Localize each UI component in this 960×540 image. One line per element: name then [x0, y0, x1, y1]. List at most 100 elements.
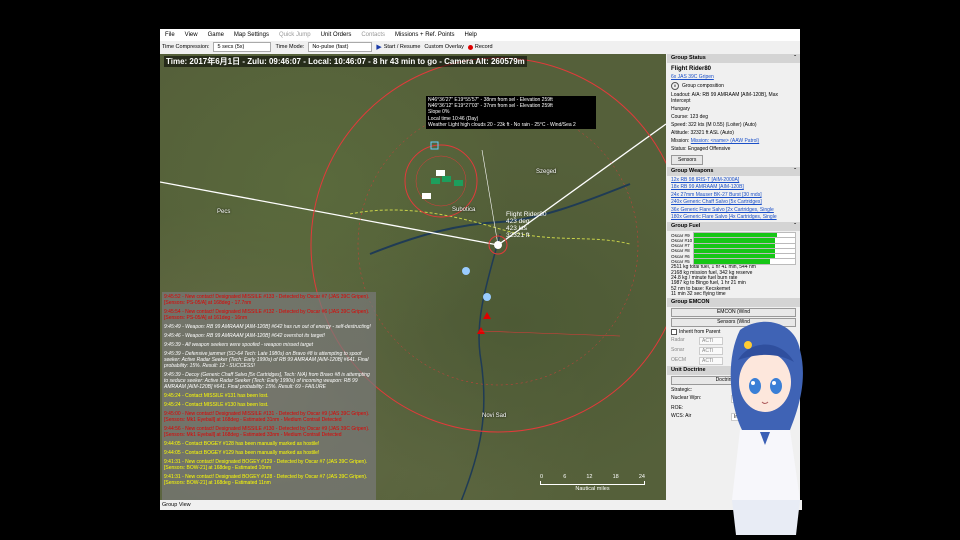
- custom-overlay-button[interactable]: Custom Overlay: [424, 44, 463, 50]
- weapon-item[interactable]: 24x 27mm Mauser BK-27 Burst [30 rnds]: [667, 192, 800, 199]
- log-entry: 9:45:46 - Weapon: RB 99 AMRAAM [AIM-120B…: [164, 333, 325, 339]
- expand-icon[interactable]: ∨: [671, 82, 679, 90]
- unit-marker: [436, 170, 445, 176]
- scale-tick: 12: [586, 474, 593, 480]
- track-line: [160, 181, 499, 246]
- emcon-sensor-label: Sonar: [671, 346, 685, 353]
- menu-item-file[interactable]: File: [160, 32, 180, 38]
- time-compression-label: Time Compression:: [162, 44, 210, 50]
- weapon-item[interactable]: 240x Generic Chaff Salvo [5x Cartridges]: [667, 199, 800, 206]
- speed-text: Speed: 322 kts (M 0.55) (Loiter) (Auto): [671, 122, 757, 128]
- sensors-button[interactable]: Sensors: [671, 155, 704, 165]
- weapon-item[interactable]: 18x RB 99 AMRAAM [AIM-120B]: [667, 184, 800, 191]
- emcon-sensor-label: Radar: [671, 336, 685, 343]
- log-entry: 9:45:52 - New contact! Designated MISSIL…: [164, 294, 370, 306]
- section-title: Group EMCON: [671, 298, 710, 305]
- track-line: [479, 330, 621, 337]
- section-title: Group Fuel: [671, 223, 701, 230]
- mission-link[interactable]: Mission: <name> (AAW Patrol): [691, 138, 759, 144]
- unit-marker: [483, 293, 491, 301]
- scale-tick: 24: [638, 474, 645, 480]
- hostile-marker: [483, 312, 491, 319]
- section-title: Unit Doctrine: [671, 366, 706, 373]
- weapon-item[interactable]: 180x Generic Flare Salvo [4x Cartridges,…: [667, 214, 800, 221]
- group-emcon-header[interactable]: Group EMCON: [667, 297, 800, 307]
- play-icon: ▶: [376, 44, 382, 51]
- weapon-item[interactable]: 12x RB 98 IRIS-T [AIM-2000A]: [667, 177, 800, 184]
- time-mode-select[interactable]: No-pulse (fast): [308, 42, 373, 52]
- fuel-bar-fill: [694, 259, 770, 264]
- scale-tick: 0: [540, 474, 544, 480]
- record-button[interactable]: Record: [467, 44, 493, 50]
- emcon-sensor-label: OECM: [671, 356, 686, 363]
- app-window: File View Game Map Settings Quick Jump Unit O…: [160, 29, 802, 510]
- inherit-checkbox[interactable]: [671, 328, 677, 335]
- city-label-novi-sad: Novi Sad: [482, 413, 507, 419]
- log-entry: 9:41:31 - New contact! Designated BOGEY …: [164, 459, 368, 471]
- inherit-label: Inherit from Parent: [679, 328, 721, 335]
- chevron-up-icon[interactable]: ˆ: [794, 222, 796, 231]
- log-entry: 9:45:24 - Contact MISSILE #131 has been …: [164, 393, 269, 399]
- status-text: Status: Engaged Offensive: [671, 146, 731, 152]
- track-line: [481, 149, 499, 246]
- chevron-up-icon[interactable]: ˆ: [794, 167, 796, 176]
- scale-tick: 6: [563, 474, 567, 480]
- time-compression-select[interactable]: 5 secs (5x): [213, 42, 272, 52]
- start-resume-button[interactable]: ▶ Start / Resume: [376, 43, 420, 51]
- menu-bar: File View Game Map Settings Quick Jump Unit O…: [160, 29, 800, 41]
- emcon-button[interactable]: EMCON (Wind: [671, 307, 796, 317]
- log-entry: 9:45:39 - All weapon seekers were spoofe…: [164, 342, 314, 348]
- fuel-unit-name: Oscar #10: [671, 237, 693, 243]
- group-name: Flight Rider80: [671, 66, 712, 72]
- fuel-list: Oscar #9 Oscar #10 Oscar #7 Oscar #8 Oscar #…: [667, 231, 800, 265]
- weapon-item[interactable]: 36x Generic Flare Salvo [2x Cartridges, …: [667, 207, 800, 214]
- unit-heading: 423 deg: [506, 218, 530, 225]
- menu-item-view[interactable]: View: [180, 32, 203, 38]
- menu-item-contacts[interactable]: Contacts: [356, 32, 390, 38]
- unit-marker: [422, 193, 431, 199]
- menu-item-unit-orders[interactable]: Unit Orders: [316, 32, 357, 38]
- fuel-bar: [693, 258, 796, 265]
- fuel-unit-name: Oscar #8: [671, 248, 690, 254]
- section-title: Group Weapons: [671, 168, 714, 174]
- log-entry: 9:45:49 - Weapon: RB 99 AMRAAM [AIM-120B…: [164, 324, 371, 330]
- menu-item-quick-jump[interactable]: Quick Jump: [274, 32, 316, 38]
- aircraft-link[interactable]: 6x JAS 39C Gripen: [667, 73, 800, 81]
- tooltip-line: Weather Light high clouds 20 - 23k ft - …: [428, 121, 576, 128]
- selected-unit-label: Flight Rider80 423 deg 423 kts 32321 ft: [506, 211, 546, 239]
- log-entry: 9:44:05 - Contact BOGEY #128 has been ma…: [164, 441, 320, 447]
- log-entry: 9:45:39 - Defensive jammer (SO-64 Tech: …: [164, 351, 369, 369]
- group-weapons-header[interactable]: Group Weapons ˆ: [667, 167, 800, 176]
- log-entry: 9:45:24 - Contact MISSILE #130 has been …: [164, 402, 269, 408]
- scale-bar: 0 6 12 18 24 Nautical miles: [540, 474, 645, 492]
- group-fuel-header[interactable]: Group Fuel ˆ: [667, 222, 800, 232]
- log-entry: 9:45:39 - Decoy (Generic Chaff Salvo [5x…: [164, 372, 370, 390]
- loadout-text: Loadout: A/A: RB 99 AMRAAM [AIM-120B], M…: [671, 92, 778, 104]
- log-entry: 9:44:56 - New contact! Designated MISSIL…: [164, 426, 370, 438]
- log-entry: 9:45:54 - New contact! Designated MISSIL…: [164, 309, 370, 321]
- tactical-map[interactable]: Time: 2017年6月1日 - Zulu: 09:46:07 - Local…: [160, 54, 666, 500]
- section-title: Group Status: [671, 55, 706, 61]
- unit-altitude: 32321 ft: [506, 232, 530, 239]
- log-entry: 9:41:31 - New contact! Designated BOGEY …: [164, 474, 368, 486]
- scale-tick: 18: [612, 474, 619, 480]
- time-status-bar: Time: 2017年6月1日 - Zulu: 09:46:07 - Local…: [164, 56, 527, 67]
- city-label-subotica: Subotica: [452, 207, 476, 213]
- city-label-pecs: Pecs: [217, 209, 231, 215]
- unit-speed: 423 kts: [506, 225, 527, 232]
- unit-marker: [442, 176, 451, 182]
- menu-item-help[interactable]: Help: [460, 32, 482, 38]
- menu-item-map-settings[interactable]: Map Settings: [229, 32, 274, 38]
- chevron-up-icon[interactable]: ˆ: [794, 54, 796, 63]
- menu-item-game[interactable]: Game: [203, 32, 229, 38]
- start-resume-label: Start / Resume: [383, 44, 421, 50]
- menu-item-missions-ref-points[interactable]: Missions + Ref. Points: [390, 32, 460, 38]
- message-log[interactable]: 9:45:52 - New contact! Designated MISSIL…: [162, 292, 376, 500]
- time-mode-label: Time Mode:: [275, 44, 305, 50]
- map-tooltip: N46°36'27" E19°55'57" - 38nm from sel - …: [426, 96, 596, 130]
- scale-unit: Nautical miles: [575, 486, 610, 492]
- toolbar: Time Compression: 5 secs (5x) Time Mode:…: [160, 41, 800, 53]
- group-status-header[interactable]: Group Status ˆ: [667, 54, 800, 63]
- selected-unit: [494, 241, 502, 249]
- city-label-szeged: Szeged: [536, 169, 557, 175]
